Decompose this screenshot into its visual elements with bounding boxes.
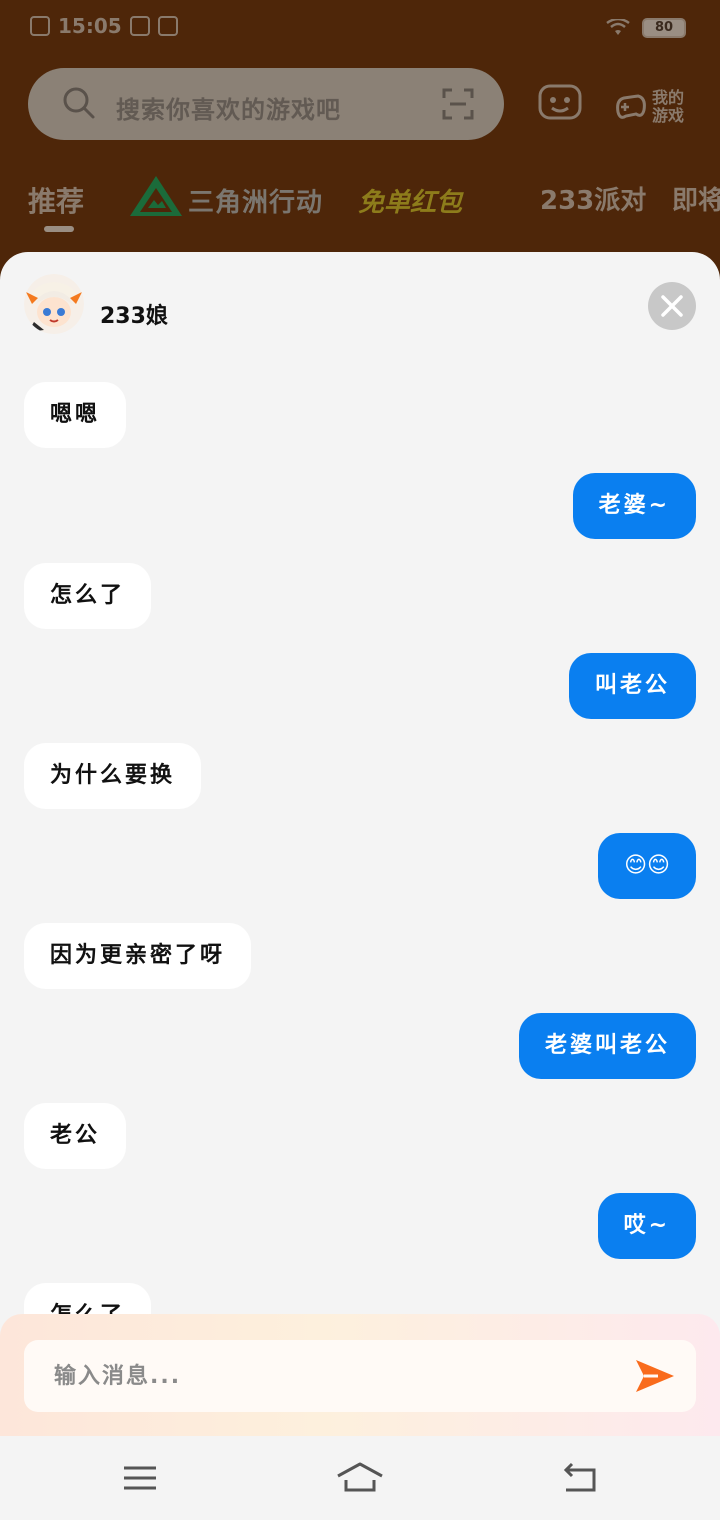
tab-233-party[interactable]: 233派对 [540,180,646,217]
back-icon[interactable] [558,1456,602,1500]
close-button[interactable] [648,282,696,330]
scan-icon[interactable] [442,88,474,120]
message-bubble-bot: 嗯嗯 [24,382,127,448]
my-games-button[interactable]: 我的 游戏 [614,84,704,130]
battery-icon: 80 [642,18,686,38]
message-bubble-bot: 老公 [24,1103,127,1169]
category-tabs: 推荐 三角洲行动 免单红包 233派对 即将 [0,170,720,232]
home-icon[interactable] [336,1456,384,1500]
chat-header: 233娘 [0,252,720,362]
message-bubble-user: 哎~ [597,1193,696,1259]
message-bubble-bot: 因为更亲密了呀 [24,923,252,989]
message-bubble-user: 叫老公 [568,653,696,719]
message-list[interactable]: 嗯嗯 老婆~ 怎么了 叫老公 为什么要换 😊😊 因为更亲密了呀 老婆叫老公 老公… [0,382,720,1332]
message-bubble-bot: 怎么了 [24,563,152,629]
system-nav-bar [0,1436,720,1520]
gamepad-icon [616,94,646,119]
menu-icon[interactable] [118,1456,162,1500]
app-notification-icon [157,16,178,36]
tab-free-redpacket[interactable]: 免单红包 [358,182,462,219]
message-input[interactable] [54,1340,614,1412]
search-icon [63,87,95,119]
status-time: 15:05 [58,14,122,38]
input-area [0,1314,720,1436]
tab-delta-force[interactable]: 三角洲行动 [188,182,323,219]
search-bar[interactable]: 搜索你喜欢的游戏吧 [28,68,504,140]
tab-coming-soon[interactable]: 即将 [672,180,720,217]
search-placeholder: 搜索你喜欢的游戏吧 [116,96,341,124]
my-games-label-2: 游戏 [652,106,685,125]
send-icon[interactable] [632,1354,676,1398]
wifi-icon [606,19,630,35]
message-input-box [24,1340,696,1412]
sim-icon [30,16,50,36]
tab-recommend[interactable]: 推荐 [28,180,84,220]
close-icon [661,295,683,317]
message-bubble-bot: 为什么要换 [24,743,202,809]
delta-force-logo[interactable] [128,174,184,218]
chat-panel: 233娘 嗯嗯 老婆~ 怎么了 叫老公 为什么要换 😊😊 因为更亲密了呀 老婆叫… [0,252,720,1436]
message-bubble-user: 老婆叫老公 [518,1013,696,1079]
chat-icon[interactable] [538,82,582,126]
tab-indicator [44,226,74,232]
status-bar: 15:05 80 [0,0,720,60]
bot-name: 233娘 [100,304,168,329]
message-bubble-user: 老婆~ [572,473,696,539]
avatar [24,274,84,334]
message-bubble-user: 😊😊 [598,833,696,899]
my-games-label-1: 我的 [652,88,685,107]
video-app-icon [129,16,150,36]
